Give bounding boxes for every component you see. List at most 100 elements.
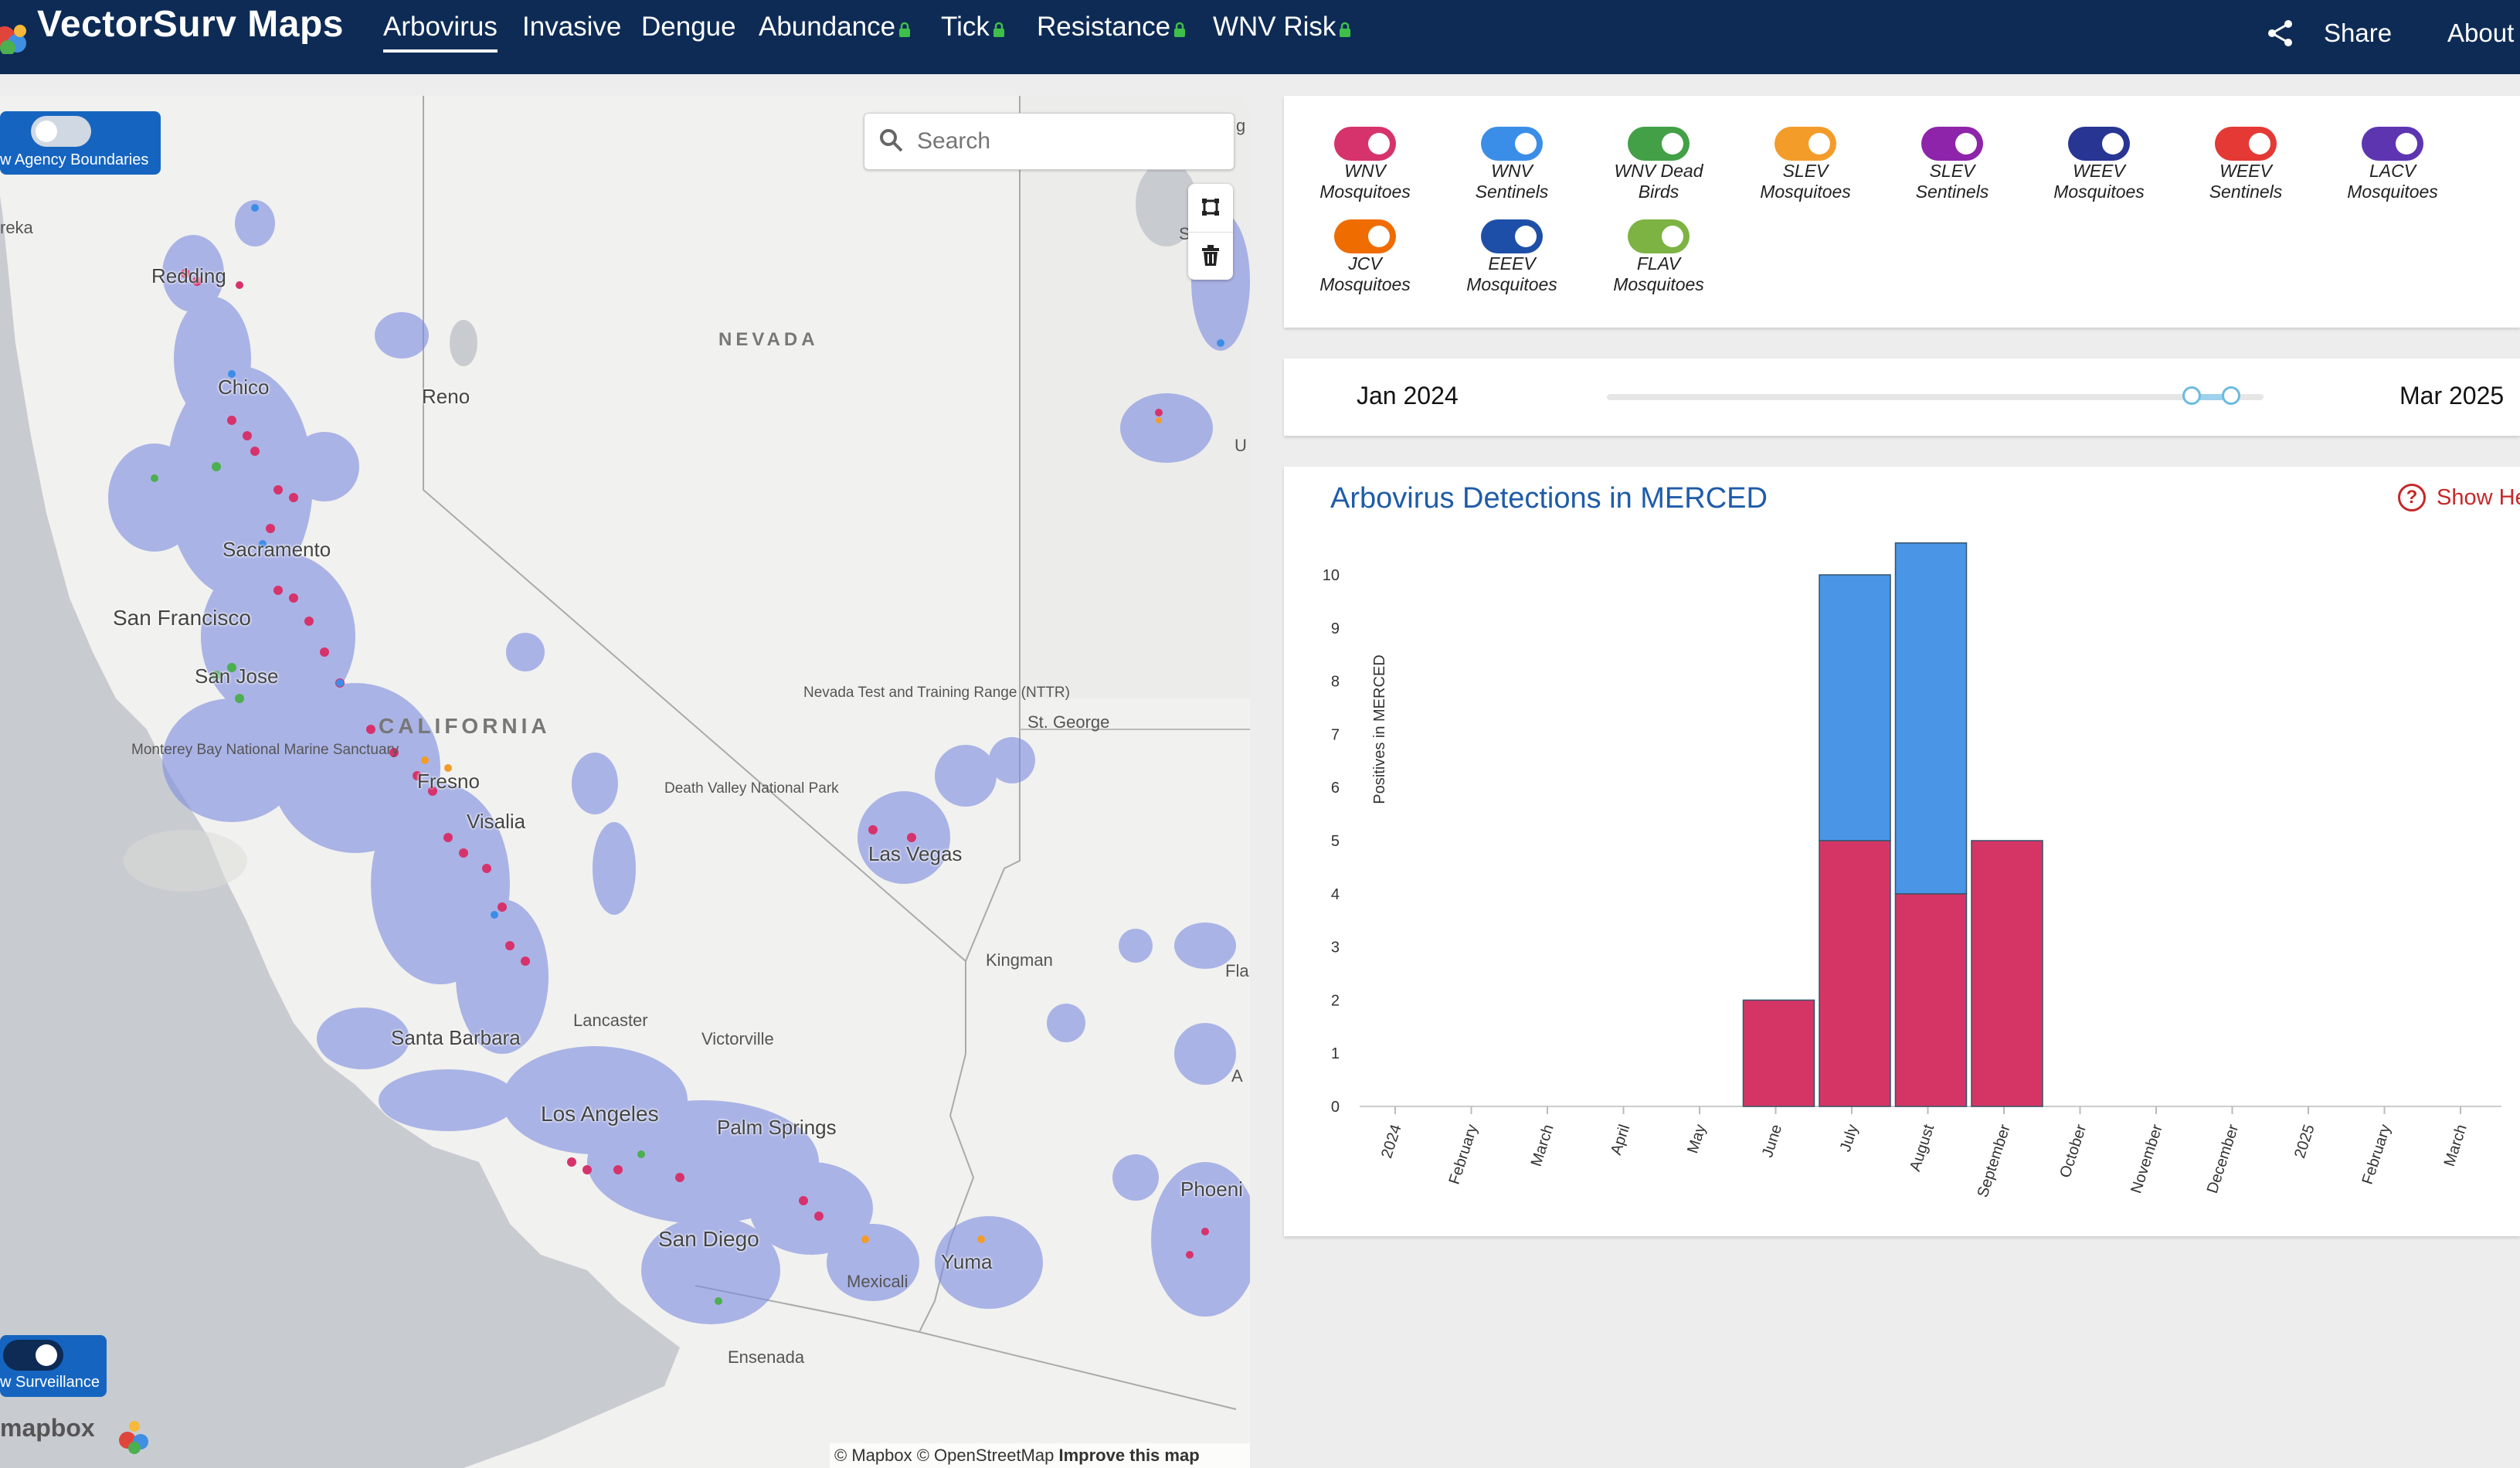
share-label: Share bbox=[2324, 19, 2393, 47]
legend-label-line1: WNV bbox=[1491, 161, 1533, 181]
date-range-end-handle[interactable] bbox=[2221, 386, 2240, 405]
nav-tab-resistance[interactable]: Resistance bbox=[1037, 8, 1186, 46]
draw-toolbar bbox=[1188, 184, 1233, 280]
y-tick-label: 0 bbox=[1331, 1099, 1340, 1116]
mapbox-logo[interactable]: mapbox bbox=[0, 1414, 95, 1443]
legend-item-slev-mosquitoes[interactable]: SLEV Mosquitoes bbox=[1747, 127, 1863, 202]
about-link[interactable]: About bbox=[2447, 14, 2514, 53]
legend-item-slev-sentinels[interactable]: SLEV Sentinels bbox=[1894, 127, 2010, 202]
y-tick-label: 7 bbox=[1331, 726, 1340, 743]
nav-tab-tick[interactable]: Tick bbox=[941, 8, 1005, 46]
y-tick-label: 1 bbox=[1331, 1045, 1340, 1062]
legend-toggle-switch[interactable] bbox=[2068, 127, 2130, 161]
map-label-san-diego: San Diego bbox=[658, 1227, 759, 1251]
map-view[interactable]: reka Redding Chico Reno NEVADA Sacrament… bbox=[0, 96, 1250, 1468]
lock-icon bbox=[1340, 22, 1351, 37]
legend-item-jcv-mosquitoes[interactable]: JCV Mosquitoes bbox=[1307, 219, 1423, 295]
legend-toggle-switch[interactable] bbox=[1481, 219, 1543, 253]
legend-label-line1: WNV Dead bbox=[1614, 161, 1703, 181]
legend-item-weev-sentinels[interactable]: WEEV Sentinels bbox=[2188, 127, 2304, 202]
surveillance-switch[interactable] bbox=[3, 1340, 63, 1371]
legend-label: JCV Mosquitoes bbox=[1307, 253, 1423, 295]
app-brand[interactable]: VectorSurv Maps bbox=[37, 2, 344, 48]
bar-segment[interactable] bbox=[1894, 893, 1968, 1107]
nav-tab-dengue[interactable]: Dengue bbox=[641, 8, 736, 46]
legend-toggle-switch[interactable] bbox=[1481, 127, 1543, 161]
mapbox-attribution-link[interactable]: © Mapbox bbox=[834, 1446, 912, 1465]
legend-item-lacv-mosquitoes[interactable]: LACV Mosquitoes bbox=[2335, 127, 2450, 202]
legend-item-wnv-dead-birds[interactable]: WNV Dead Birds bbox=[1601, 127, 1717, 202]
detections-bar-chart: Positives in MERCED 0 1 2 3 4 5 6 7 8 9 10 2024 Febru… bbox=[1323, 542, 2501, 1200]
legend-toggle-switch[interactable] bbox=[1921, 127, 1983, 161]
date-range-end: Mar 2025 bbox=[2399, 382, 2505, 409]
x-tick-label: March bbox=[2441, 1123, 2471, 1169]
map-label-flag-edge: Fla bbox=[1225, 961, 1249, 980]
legend-toggle-switch[interactable] bbox=[2362, 127, 2423, 161]
nav-tab-label: Dengue bbox=[641, 12, 736, 42]
legend-label-line1: SLEV bbox=[1782, 161, 1829, 181]
draw-polygon-button[interactable] bbox=[1188, 184, 1233, 230]
bar-segment[interactable] bbox=[1819, 574, 1891, 841]
legend-label: EEEV Mosquitoes bbox=[1454, 253, 1570, 295]
agency-boundaries-toggle[interactable]: w Agency Boundaries bbox=[0, 111, 161, 175]
bar-segment[interactable] bbox=[1819, 840, 1891, 1107]
bar-segment[interactable] bbox=[1894, 542, 1968, 895]
legend-item-wnv-mosquitoes[interactable]: WNV Mosquitoes bbox=[1307, 127, 1423, 202]
y-tick-label: 6 bbox=[1331, 780, 1340, 797]
nav-tab-wnv-risk[interactable]: WNV Risk bbox=[1213, 8, 1351, 46]
nav-tab-label: Abundance bbox=[759, 12, 896, 42]
map-label-redding: Redding bbox=[151, 264, 226, 287]
legend-toggle-switch[interactable] bbox=[1334, 127, 1396, 161]
bar-segment[interactable] bbox=[1971, 840, 2043, 1107]
legend-label: WNV Sentinels bbox=[1454, 161, 1570, 202]
legend-label: SLEV Mosquitoes bbox=[1747, 161, 1863, 202]
legend-label-line2: Mosquitoes bbox=[1319, 182, 1411, 202]
search-input[interactable] bbox=[915, 124, 1212, 158]
x-tick-label: June bbox=[1759, 1123, 1785, 1160]
switch-knob bbox=[2396, 133, 2417, 155]
lock-icon bbox=[993, 22, 1004, 37]
map-label-reno: Reno bbox=[422, 385, 470, 408]
y-tick-label: 3 bbox=[1331, 940, 1340, 957]
legend-toggle-switch[interactable] bbox=[1628, 127, 1690, 161]
legend-item-weev-mosquitoes[interactable]: WEEV Mosquitoes bbox=[2041, 127, 2157, 202]
legend-toggle-switch[interactable] bbox=[1628, 219, 1690, 253]
y-tick-label: 2 bbox=[1331, 992, 1340, 1009]
legend-item-eeev-mosquitoes[interactable]: EEEV Mosquitoes bbox=[1454, 219, 1570, 295]
map-label-kingman: Kingman bbox=[986, 950, 1053, 970]
map-label-eureka: reka bbox=[0, 218, 33, 237]
share-button[interactable]: Share bbox=[2265, 14, 2392, 53]
agency-boundaries-switch[interactable] bbox=[31, 116, 91, 147]
legend-item-wnv-sentinels[interactable]: WNV Sentinels bbox=[1454, 127, 1570, 202]
surveillance-toggle[interactable]: w Surveillance bbox=[0, 1335, 107, 1397]
date-range-track[interactable] bbox=[1607, 394, 2264, 400]
map-label-visalia: Visalia bbox=[467, 810, 526, 833]
x-tick-label: February bbox=[2359, 1123, 2395, 1187]
improve-map-link[interactable]: Improve this map bbox=[1058, 1446, 1199, 1465]
map-label-victorville: Victorville bbox=[701, 1029, 774, 1048]
bar-segment[interactable] bbox=[1742, 999, 1815, 1107]
legend-toggle-switch[interactable] bbox=[2215, 127, 2277, 161]
nav-tab-abundance[interactable]: Abundance bbox=[759, 8, 911, 46]
legend-label-line2: Mosquitoes bbox=[1613, 274, 1704, 294]
map-search-box[interactable] bbox=[864, 113, 1235, 170]
legend-toggle-switch[interactable] bbox=[1334, 219, 1396, 253]
legend-label-line1: FLAV bbox=[1636, 253, 1681, 274]
switch-knob bbox=[36, 121, 57, 142]
legend-label-line2: Mosquitoes bbox=[2053, 182, 2145, 202]
vectorsurv-logo-icon[interactable] bbox=[0, 8, 32, 54]
x-tick-label: February bbox=[1446, 1123, 1482, 1187]
nav-tab-label: WNV Risk bbox=[1213, 12, 1336, 42]
legend-toggle-switch[interactable] bbox=[1775, 127, 1836, 161]
nav-tab-invasive[interactable]: Invasive bbox=[522, 8, 621, 46]
switch-knob bbox=[1808, 133, 1830, 155]
x-tick-label: October bbox=[2056, 1122, 2090, 1180]
switch-knob bbox=[1368, 133, 1390, 155]
delete-drawing-button[interactable] bbox=[1188, 232, 1233, 279]
date-range-start-handle[interactable] bbox=[2182, 386, 2201, 405]
map-label-chico: Chico bbox=[218, 375, 270, 399]
legend-label-line2: Sentinels bbox=[1475, 182, 1549, 202]
osm-attribution-link[interactable]: © OpenStreetMap bbox=[917, 1446, 1055, 1465]
nav-tab-arbovirus[interactable]: Arbovirus bbox=[383, 8, 498, 53]
legend-item-flav-mosquitoes[interactable]: FLAV Mosquitoes bbox=[1601, 219, 1717, 295]
